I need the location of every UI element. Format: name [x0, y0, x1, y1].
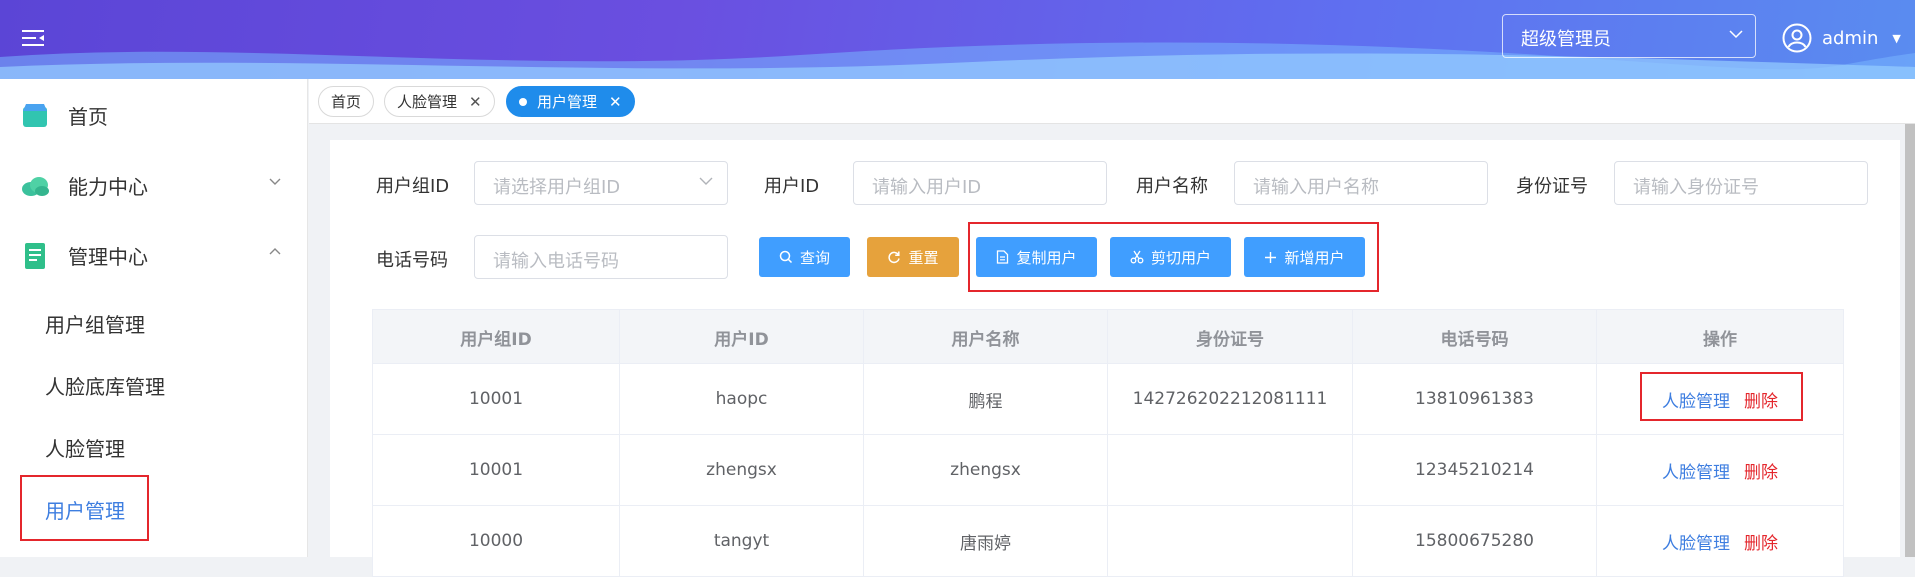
- group-id-placeholder: 请选择用户组ID: [493, 177, 621, 198]
- cell-group-id: 10000: [372, 506, 620, 576]
- column-header: 操作: [1597, 310, 1844, 365]
- id-card-label: 身份证号: [1516, 176, 1588, 197]
- column-header: 用户组ID: [372, 310, 620, 365]
- cell-id-card: [1108, 506, 1353, 576]
- highlight-box: [20, 475, 149, 541]
- user-name-label: 用户名称: [1136, 176, 1208, 197]
- face-management-link[interactable]: 人脸管理: [1662, 458, 1730, 483]
- close-icon[interactable]: ✕: [469, 93, 482, 111]
- sidebar-item-management[interactable]: 管理中心: [20, 241, 290, 270]
- cell-id-card: 142726202212081111: [1108, 364, 1353, 434]
- active-dot: [519, 97, 527, 106]
- search-button-label: 查询: [799, 248, 830, 267]
- search-icon: [779, 250, 793, 264]
- cell-actions: 人脸管理 删除: [1597, 506, 1844, 576]
- refresh-icon: [888, 251, 901, 264]
- chevron-up-icon: [269, 248, 281, 255]
- tab-label: 人脸管理: [397, 93, 458, 111]
- sidebar-item-label: 管理中心: [68, 245, 148, 269]
- user-id-label: 用户ID: [764, 176, 820, 197]
- column-header: 电话号码: [1353, 310, 1597, 365]
- table-row: 10000 tangyt 唐雨婷 15800675280 人脸管理 删除: [372, 506, 1844, 577]
- chevron-down-icon: [269, 178, 281, 185]
- sidebar-item-label: 能力中心: [68, 175, 148, 199]
- home-icon: [23, 103, 47, 127]
- cell-user-id: zhengsx: [620, 435, 864, 505]
- top-header: 超级管理员 admin ▼: [0, 0, 1915, 79]
- group-id-label: 用户组ID: [376, 176, 450, 197]
- role-select-value: 超级管理员: [1521, 29, 1611, 50]
- reset-button-label: 重置: [908, 248, 939, 267]
- username: admin: [1822, 27, 1879, 49]
- tab-home[interactable]: 首页: [318, 86, 375, 117]
- cell-group-id: 10001: [372, 435, 620, 505]
- user-name-input[interactable]: 请输入用户名称: [1234, 161, 1488, 205]
- user-name-placeholder: 请输入用户名称: [1253, 177, 1379, 198]
- table-header: 用户组ID 用户ID 用户名称 身份证号 电话号码 操作: [372, 309, 1844, 365]
- cell-group-id: 10001: [372, 364, 620, 434]
- tabs-bar: 首页 人脸管理 ✕ 用户管理 ✕: [309, 79, 1915, 124]
- tab-face-management[interactable]: 人脸管理 ✕: [384, 86, 495, 117]
- tab-label: 用户管理: [537, 93, 598, 111]
- menu-fold-icon[interactable]: [22, 28, 44, 48]
- cell-user-name: 唐雨婷: [864, 506, 1108, 576]
- phone-input[interactable]: 请输入电话号码: [474, 235, 728, 279]
- tab-label: 首页: [331, 93, 362, 111]
- sidebar-item-capability[interactable]: 能力中心: [20, 171, 290, 200]
- table-row: 10001 zhengsx zhengsx 12345210214 人脸管理 删…: [372, 435, 1844, 506]
- search-button[interactable]: 查询: [759, 237, 850, 277]
- highlight-box: [968, 222, 1379, 292]
- chevron-down-icon: [699, 177, 713, 185]
- highlight-box: [1640, 372, 1803, 421]
- user-avatar-icon: [1782, 23, 1812, 53]
- cell-phone: 15800675280: [1353, 506, 1597, 576]
- cloud-icon: [22, 176, 49, 196]
- sidebar-item-label: 首页: [68, 105, 108, 129]
- scrollbar[interactable]: [1905, 124, 1915, 557]
- phone-label: 电话号码: [376, 250, 448, 271]
- close-icon[interactable]: ✕: [609, 93, 622, 111]
- cell-phone: 12345210214: [1353, 435, 1597, 505]
- cell-user-id: tangyt: [620, 506, 864, 576]
- sidebar-item-home[interactable]: 首页: [20, 101, 108, 130]
- sidebar-item-face-library[interactable]: 人脸底库管理: [45, 371, 165, 400]
- delete-link[interactable]: 删除: [1744, 458, 1778, 483]
- face-management-link[interactable]: 人脸管理: [1662, 529, 1730, 554]
- column-header: 身份证号: [1108, 310, 1353, 365]
- user-id-input[interactable]: 请输入用户ID: [853, 161, 1107, 205]
- id-card-input[interactable]: 请输入身份证号: [1614, 161, 1868, 205]
- tab-user-management[interactable]: 用户管理 ✕: [506, 86, 635, 117]
- group-id-select[interactable]: 请选择用户组ID: [474, 161, 728, 205]
- cell-actions: 人脸管理 删除: [1597, 435, 1844, 505]
- cell-id-card: [1108, 435, 1353, 505]
- column-header: 用户名称: [864, 310, 1108, 365]
- id-card-placeholder: 请输入身份证号: [1633, 177, 1759, 198]
- cell-phone: 13810961383: [1353, 364, 1597, 434]
- table-row: 10001 haopc 鹏程 142726202212081111 138109…: [372, 364, 1844, 435]
- reset-button[interactable]: 重置: [867, 237, 959, 277]
- cell-user-id: haopc: [620, 364, 864, 434]
- user-menu[interactable]: admin ▼: [1782, 20, 1901, 56]
- document-icon: [25, 242, 45, 269]
- chevron-down-icon: [1729, 30, 1743, 39]
- role-select[interactable]: 超级管理员: [1502, 14, 1756, 58]
- delete-link[interactable]: 删除: [1744, 529, 1778, 554]
- user-id-placeholder: 请输入用户ID: [872, 177, 982, 198]
- cell-user-name: zhengsx: [864, 435, 1108, 505]
- sidebar-item-face-management[interactable]: 人脸管理: [45, 433, 125, 462]
- column-header: 用户ID: [620, 310, 864, 365]
- phone-placeholder: 请输入电话号码: [493, 251, 619, 272]
- sidebar-item-user-group[interactable]: 用户组管理: [45, 309, 145, 338]
- caret-down-icon: ▼: [1892, 31, 1901, 45]
- cell-user-name: 鹏程: [864, 364, 1108, 434]
- sidebar: 首页 能力中心 管理中心 用户组管理 人脸底库管理 人脸管理 用户管理: [0, 79, 308, 557]
